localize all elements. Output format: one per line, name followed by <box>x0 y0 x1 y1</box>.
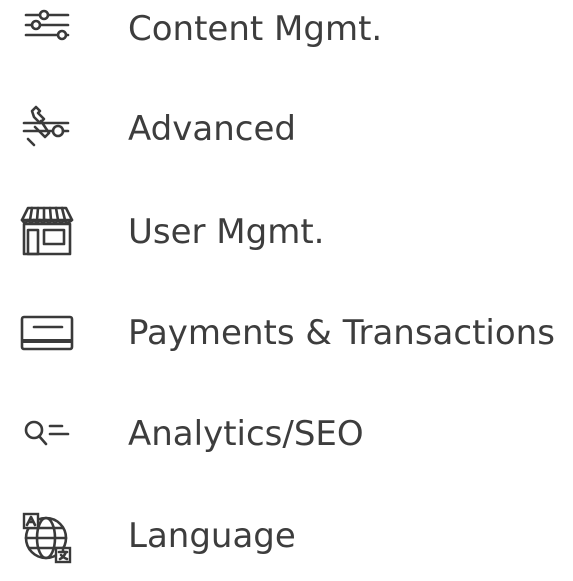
menu-item-user-mgmt[interactable]: User Mgmt. <box>0 187 573 277</box>
storefront-icon <box>10 196 82 268</box>
credit-card-icon <box>10 297 82 369</box>
globe-translate-icon <box>10 500 82 572</box>
menu-item-label: Language <box>128 516 296 556</box>
menu-item-label: User Mgmt. <box>128 212 325 252</box>
menu-item-payments-transactions[interactable]: Payments & Transactions <box>0 288 573 378</box>
menu-item-analytics-seo[interactable]: Analytics/SEO <box>0 389 573 479</box>
wrench-settings-icon <box>10 93 82 165</box>
menu-item-label: Analytics/SEO <box>128 414 364 454</box>
menu-item-language[interactable]: Language <box>0 491 573 581</box>
menu-item-label: Content Mgmt. <box>128 9 383 49</box>
sliders-icon <box>10 0 82 65</box>
menu-item-label: Payments & Transactions <box>128 313 555 353</box>
menu-item-advanced[interactable]: Advanced <box>0 84 573 174</box>
settings-menu: Content Mgmt. Advanced User Mgmt. Paymen… <box>0 0 573 566</box>
menu-item-content-mgmt[interactable]: Content Mgmt. <box>0 0 573 74</box>
menu-item-label: Advanced <box>128 109 296 149</box>
search-list-icon <box>10 398 82 470</box>
